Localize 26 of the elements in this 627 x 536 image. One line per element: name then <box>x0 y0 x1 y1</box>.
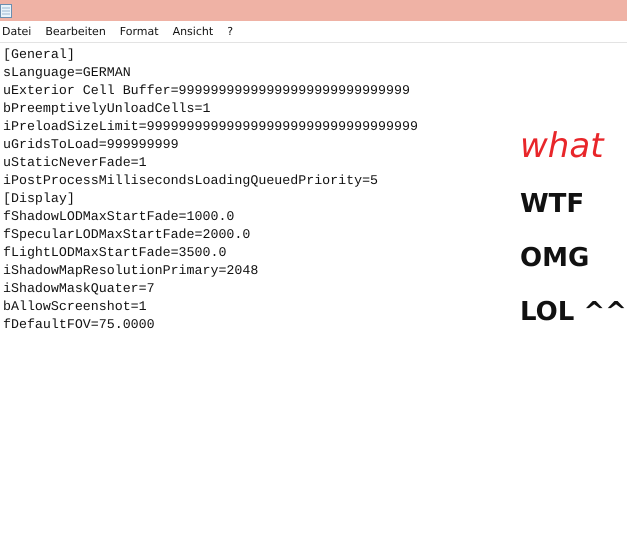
text-line: iShadowMapResolutionPrimary=2048 <box>3 262 258 280</box>
text-line: iPostProcessMillisecondsLoadingQueuedPriority=5 <box>3 172 378 190</box>
sticker-text: WTF <box>520 188 584 221</box>
text-line: fDefaultFOV=75.0000 <box>3 316 155 334</box>
text-line: [General] <box>3 46 75 64</box>
text-line: iShadowMaskQuater=7 <box>3 280 155 298</box>
menu-item[interactable]: Format <box>120 25 166 38</box>
text-line: fShadowLODMaxStartFade=1000.0 <box>3 208 234 226</box>
sticker-text: what <box>520 125 604 168</box>
text-line: bPreemptivelyUnloadCells=1 <box>3 100 210 118</box>
menu-item[interactable]: Datei <box>2 25 38 38</box>
text-line: uStaticNeverFade=1 <box>3 154 147 172</box>
notepad-icon <box>0 4 12 18</box>
text-line: uGridsToLoad=999999999 <box>3 136 179 154</box>
menu-item[interactable]: Bearbeiten <box>45 25 113 38</box>
text-line: uExterior Cell Buffer=99999999999999999999999999999 <box>3 82 410 100</box>
text-line: fSpecularLODMaxStartFade=2000.0 <box>3 226 250 244</box>
text-line: iPreloadSizeLimit=9999999999999999999999999999999999 <box>3 118 418 136</box>
sticker-text: LOL ^^ <box>520 296 627 329</box>
menu-item[interactable]: ? <box>227 25 240 38</box>
text-line: fLightLODMaxStartFade=3500.0 <box>3 244 226 262</box>
text-line: [Display] <box>3 190 75 208</box>
sticker-text: OMG <box>520 242 590 275</box>
menu-item[interactable]: Ansicht <box>172 25 220 38</box>
text-line: sLanguage=GERMAN <box>3 64 131 82</box>
text-line: bAllowScreenshot=1 <box>3 298 147 316</box>
